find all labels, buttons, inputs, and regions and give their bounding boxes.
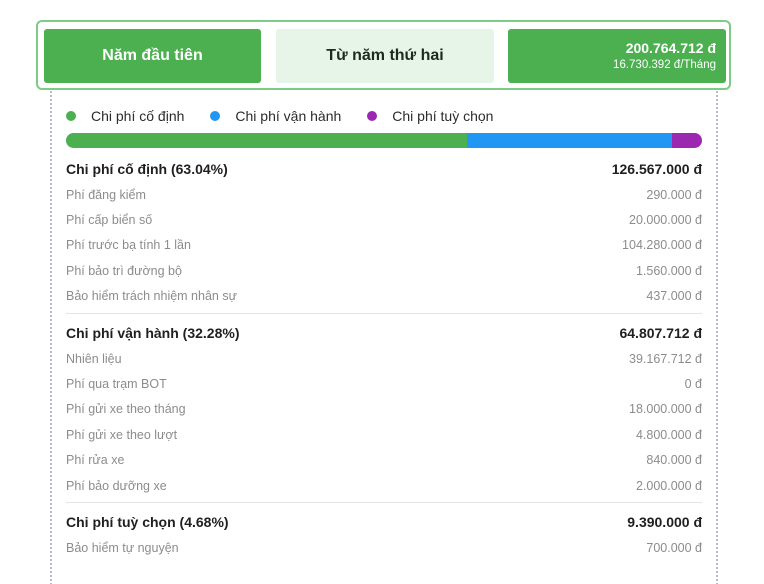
monthly-cost-amount: 16.730.392 đ/Tháng: [613, 59, 716, 71]
cost-proportion-bar: [66, 133, 702, 148]
legend-operating: Chi phí vận hành: [210, 108, 341, 124]
group-title: Chi phí vận hành (32.28%): [66, 324, 240, 341]
legend-operating-dot: [210, 111, 221, 121]
cost-value: 18.000.000 đ: [629, 402, 702, 417]
bar-segment-optional: [672, 133, 702, 148]
cost-row: Phí rửa xe 840.000 đ: [66, 448, 702, 473]
legend-optional-label: Chi phí tuỳ chọn: [392, 108, 494, 124]
group-fixed: Chi phí cố định (63.04%) 126.567.000 đ P…: [66, 156, 702, 314]
cost-value: 437.000 đ: [646, 289, 702, 304]
cost-row: Phí đăng kiểm 290.000 đ: [66, 182, 702, 207]
cost-label: Bảo hiểm trách nhiệm nhân sự: [66, 289, 237, 304]
cost-row: Phí qua trạm BOT 0 đ: [66, 371, 702, 396]
group-total: 9.390.000 đ: [627, 514, 702, 531]
cost-label: Phí cấp biển số: [66, 213, 153, 228]
cost-value: 4.800.000 đ: [635, 427, 702, 442]
group-optional: Chi phí tuỳ chọn (4.68%) 9.390.000 đ Bảo…: [66, 509, 702, 564]
cost-row: Bảo hiểm trách nhiệm nhân sự 437.000 đ: [66, 284, 702, 309]
legend-fixed: Chi phí cố định: [66, 108, 184, 124]
cost-row: Phí trước bạ tính 1 lần 104.280.000 đ: [66, 233, 702, 258]
cost-value: 20.000.000 đ: [629, 213, 702, 228]
cost-label: Phí gửi xe theo tháng: [66, 402, 186, 417]
cost-label: Phí bảo dưỡng xe: [66, 478, 167, 493]
cost-value: 840.000 đ: [646, 453, 702, 468]
cost-label: Phí trước bạ tính 1 lần: [66, 238, 191, 253]
group-optional-header: Chi phí tuỳ chọn (4.68%) 9.390.000 đ: [66, 509, 702, 535]
cost-value: 290.000 đ: [646, 187, 702, 202]
group-total: 126.567.000 đ: [611, 161, 702, 177]
cost-row: Phí gửi xe theo lượt 4.800.000 đ: [66, 422, 702, 447]
cost-row: Phí bảo dưỡng xe 2.000.000 đ: [66, 473, 702, 498]
bar-segment-fixed: [66, 133, 467, 148]
cost-value: 1.560.000 đ: [635, 263, 702, 278]
bar-segment-operating: [466, 133, 673, 148]
legend-optional: Chi phí tuỳ chọn: [367, 108, 493, 124]
tab-first-year[interactable]: Năm đầu tiên: [44, 29, 261, 83]
cost-calculator: Năm đầu tiên Từ năm thứ hai 200.764.712 …: [0, 0, 764, 584]
legend-operating-label: Chi phí vận hành: [235, 108, 342, 124]
cost-row: Phí gửi xe theo tháng 18.000.000 đ: [66, 397, 702, 422]
cost-label: Phí đăng kiểm: [66, 187, 146, 202]
cost-row: Phí cấp biển số 20.000.000 đ: [66, 207, 702, 232]
cost-row: Bảo hiểm tự nguyện 700.000 đ: [66, 535, 702, 560]
cost-breakdown-panel: Chi phí cố định Chi phí vận hành Chi phí…: [50, 88, 718, 584]
cost-label: Phí bảo trì đường bộ: [66, 263, 182, 278]
cost-label: Phí qua trạm BOT: [66, 377, 167, 392]
cost-groups: Chi phí cố định (63.04%) 126.567.000 đ P…: [66, 156, 702, 571]
group-operating: Chi phí vận hành (32.28%) 64.807.712 đ N…: [66, 320, 702, 504]
tab-first-year-label: Năm đầu tiên: [102, 47, 203, 64]
legend-optional-dot: [367, 111, 378, 121]
year-tabs: Năm đầu tiên Từ năm thứ hai 200.764.712 …: [36, 20, 731, 90]
legend-fixed-label: Chi phí cố định: [91, 108, 185, 124]
group-operating-header: Chi phí vận hành (32.28%) 64.807.712 đ: [66, 320, 702, 346]
total-cost-box: 200.764.712 đ 16.730.392 đ/Tháng: [508, 29, 726, 83]
legend-fixed-dot: [66, 111, 76, 121]
cost-value: 2.000.000 đ: [635, 478, 702, 493]
cost-legend: Chi phí cố định Chi phí vận hành Chi phí…: [66, 108, 519, 124]
tab-second-year[interactable]: Từ năm thứ hai: [276, 29, 494, 83]
cost-label: Bảo hiểm tự nguyện: [66, 540, 179, 555]
cost-label: Nhiên liệu: [66, 351, 122, 366]
group-total: 64.807.712 đ: [619, 324, 702, 341]
group-title: Chi phí cố định (63.04%): [66, 161, 228, 177]
cost-value: 700.000 đ: [646, 540, 702, 555]
cost-label: Phí rửa xe: [66, 453, 125, 468]
group-title: Chi phí tuỳ chọn (4.68%): [66, 514, 229, 531]
group-fixed-header: Chi phí cố định (63.04%) 126.567.000 đ: [66, 156, 702, 182]
cost-row: Phí bảo trì đường bộ 1.560.000 đ: [66, 258, 702, 283]
cost-label: Phí gửi xe theo lượt: [66, 427, 178, 442]
cost-row: Nhiên liệu 39.167.712 đ: [66, 346, 702, 371]
tab-second-year-label: Từ năm thứ hai: [326, 47, 444, 64]
cost-value: 104.280.000 đ: [622, 238, 702, 253]
cost-value: 39.167.712 đ: [629, 351, 702, 366]
total-cost-amount: 200.764.712 đ: [625, 40, 716, 56]
cost-value: 0 đ: [684, 377, 702, 392]
